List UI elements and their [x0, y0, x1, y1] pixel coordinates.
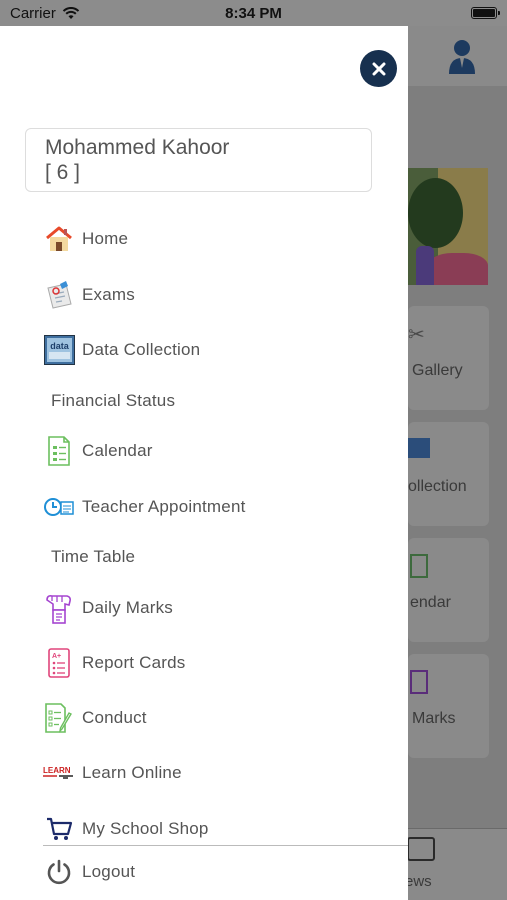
data-icon: data [43, 334, 75, 366]
background-card-data-collection: ollection [408, 422, 489, 526]
menu-item-home[interactable]: Home [43, 222, 128, 256]
student-name: Mohammed Kahoor [45, 136, 230, 159]
menu-item-daily-marks[interactable]: Daily Marks [43, 591, 173, 625]
profile-card: Mohammed Kahoor [ 6 ] [25, 128, 372, 192]
svg-text:A+: A+ [52, 653, 61, 660]
clock-calendar-icon [43, 491, 75, 523]
menu-item-financial-status[interactable]: Financial Status [43, 384, 175, 418]
exam-paper-icon [43, 279, 75, 311]
menu-item-report-cards[interactable]: A+ Report Cards [43, 646, 186, 680]
report-card-icon: A+ [43, 647, 75, 679]
carrier-label: Carrier [10, 4, 56, 22]
menu-item-exams[interactable]: Exams [43, 278, 135, 312]
menu-item-my-school-shop[interactable]: My School Shop [43, 812, 209, 846]
menu-divider [43, 845, 408, 846]
status-bar: Carrier 8:34 PM [0, 0, 507, 26]
close-button[interactable] [360, 50, 397, 87]
data-icon [408, 438, 430, 458]
student-class: [ 6 ] [45, 161, 81, 184]
background-card-gallery: ✂ Gallery [408, 306, 489, 410]
background-card-calendar: endar [408, 538, 489, 642]
calendar-icon [410, 554, 428, 578]
marks-icon [410, 670, 428, 694]
battery-icon [471, 7, 500, 19]
raised-fist-icon [43, 592, 75, 624]
news-icon [407, 837, 435, 861]
power-icon [43, 856, 75, 888]
learn-online-icon: LEARN [43, 757, 75, 789]
menu-item-teacher-appointment[interactable]: Teacher Appointment [43, 490, 246, 524]
wifi-icon [62, 6, 80, 19]
gallery-icon: ✂ [408, 324, 425, 346]
calendar-icon [43, 435, 75, 467]
menu-item-data-collection[interactable]: data Data Collection [43, 333, 200, 367]
background-banner-image [408, 168, 488, 285]
svg-text:LEARN: LEARN [43, 766, 71, 775]
shopping-cart-icon [43, 813, 75, 845]
svg-text:data: data [50, 341, 70, 351]
menu-item-conduct[interactable]: Conduct [43, 701, 147, 735]
menu-item-time-table[interactable]: Time Table [43, 540, 135, 574]
close-icon [372, 62, 385, 75]
menu-item-calendar[interactable]: Calendar [43, 434, 153, 468]
user-avatar-icon[interactable] [447, 38, 477, 74]
menu-item-logout[interactable]: Logout [43, 855, 135, 889]
checklist-pen-icon [43, 702, 75, 734]
house-icon [43, 223, 75, 255]
background-card-marks: Marks [408, 654, 489, 758]
menu-item-learn-online[interactable]: LEARN Learn Online [43, 756, 182, 790]
